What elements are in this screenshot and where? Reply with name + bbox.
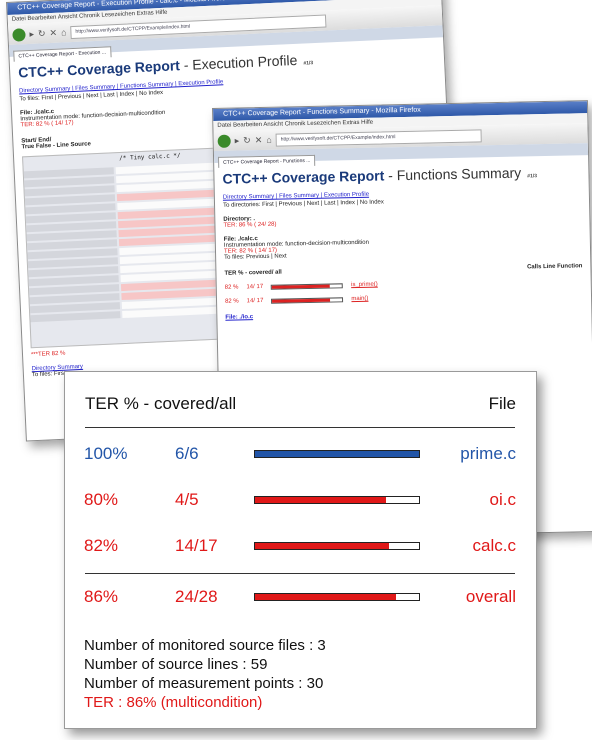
file-row-coverage-bar <box>254 542 420 550</box>
forward-icon[interactable]: ▸ <box>235 135 240 146</box>
overall-row-file-link[interactable]: overall <box>466 587 516 607</box>
help-hint[interactable]: #1/3 <box>303 60 313 66</box>
browser-tab[interactable]: CTC++ Coverage Report - Functions ... <box>218 154 316 168</box>
summary-header-right: File <box>488 394 516 413</box>
stop-icon[interactable]: ✕ <box>255 134 263 145</box>
function-table-header: TER % - covered/ all Calls Line Function <box>224 263 582 276</box>
function-row-count: 14/ 17 <box>246 297 264 305</box>
file-row-count: 4/5 <box>175 490 199 509</box>
file-row-pct: 100% <box>84 444 128 463</box>
overall-row-pct: 86% <box>84 587 119 606</box>
report-title: CTC++ Coverage Report <box>222 167 385 187</box>
function-coverage-bar <box>271 282 344 290</box>
function-row-name[interactable]: is_prime() <box>351 282 378 289</box>
report-subtitle: - Functions Summary <box>384 164 522 184</box>
ter-summary-line: TER : 86% (multicondition) <box>84 694 263 711</box>
function-row-pct: 82 % <box>224 284 239 291</box>
file-row-count: 6/6 <box>175 444 199 463</box>
header-divider <box>85 427 515 428</box>
file-row-file-link[interactable]: oi.c <box>490 490 516 510</box>
overall-row-count: 24/28 <box>175 587 218 606</box>
summary-header-left: TER % - covered/all <box>85 394 237 413</box>
help-hint[interactable]: #1/3 <box>527 173 537 179</box>
coverage-summary-card: TER % - covered/all File Number of monit… <box>64 371 537 729</box>
report-title: CTC++ Coverage Report <box>17 57 181 81</box>
file-row-coverage-bar <box>254 450 420 458</box>
stop-icon[interactable]: ✕ <box>49 27 57 38</box>
page-title: CTC++ Coverage Report - Functions Summar… <box>222 163 580 187</box>
function-row-pct: 82 % <box>224 298 239 305</box>
function-row: 82 % 14/ 17 main() <box>224 291 583 305</box>
function-row-count: 14/ 17 <box>246 283 264 291</box>
file-row-coverage-fill <box>255 543 390 549</box>
file-row-coverage-fill <box>255 451 419 457</box>
back-button-icon[interactable] <box>12 27 26 42</box>
file-row-file-link[interactable]: calc.c <box>473 536 516 556</box>
function-coverage-bar <box>271 296 344 304</box>
reload-icon[interactable]: ↻ <box>38 28 46 39</box>
next-file-link[interactable]: File: ./io.c <box>225 307 583 321</box>
table-header-right: Calls Line Function <box>527 263 583 271</box>
overall-row-coverage-fill <box>255 594 397 600</box>
stat-monitored-files: Number of monitored source files : 3 <box>84 637 326 654</box>
function-row: 82 % 14/ 17 is_prime() <box>224 277 583 291</box>
file-row-pct: 80% <box>84 490 119 509</box>
file-row-coverage-bar <box>254 496 420 504</box>
home-icon[interactable]: ⌂ <box>61 27 67 37</box>
page-content: CTC++ Coverage Report - Functions Summar… <box>214 155 591 325</box>
table-header-left: TER % - covered/ all <box>224 269 282 277</box>
file-row-count: 14/17 <box>175 536 218 555</box>
report-subtitle: - Execution Profile <box>179 51 298 74</box>
overall-row-coverage-bar <box>254 593 420 601</box>
overall-divider <box>85 573 515 574</box>
stat-source-lines: Number of source lines : 59 <box>84 656 268 673</box>
reload-icon[interactable]: ↻ <box>243 135 251 146</box>
back-button-icon[interactable] <box>217 134 231 148</box>
forward-icon[interactable]: ▸ <box>29 28 34 39</box>
file-row-coverage-fill <box>255 497 387 503</box>
file-row-file-link[interactable]: prime.c <box>460 444 516 464</box>
file-row-pct: 82% <box>84 536 119 555</box>
function-row-name[interactable]: main() <box>351 296 368 302</box>
home-icon[interactable]: ⌂ <box>266 135 272 145</box>
address-bar[interactable]: http://www.verifysoft.de/CTCPP/Example/i… <box>275 128 482 147</box>
stat-measurement-points: Number of measurement points : 30 <box>84 675 324 692</box>
